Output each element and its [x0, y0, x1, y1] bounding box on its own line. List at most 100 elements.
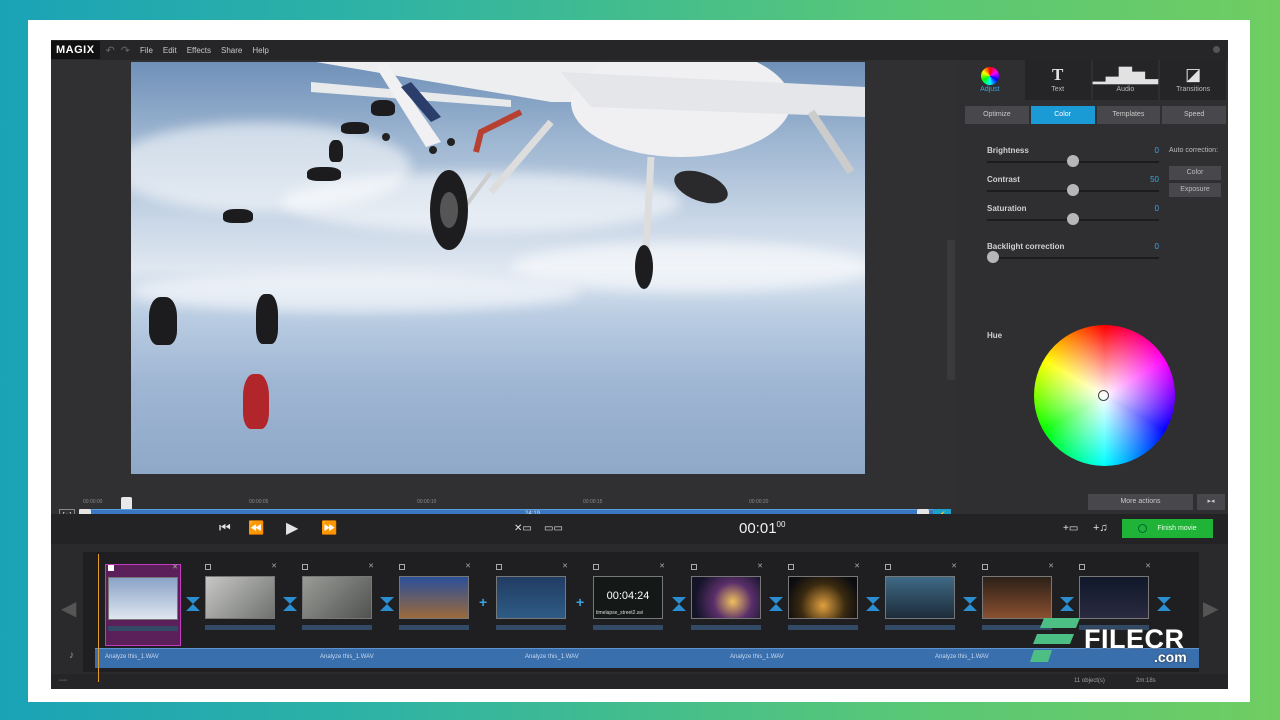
skydiver-figure [371, 100, 395, 116]
clip-checkbox[interactable] [982, 564, 988, 570]
menu-effects[interactable]: Effects [187, 46, 211, 55]
tab-text[interactable]: T Text [1024, 60, 1091, 100]
close-icon[interactable]: ✕ [854, 562, 860, 570]
close-icon[interactable]: ✕ [172, 563, 178, 571]
add-music-icon[interactable]: +♫ [1093, 522, 1108, 534]
main-menu: File Edit Effects Share Help [140, 46, 279, 55]
clip-bar [788, 625, 858, 630]
auto-color-button[interactable]: Color [1169, 166, 1221, 180]
play-icon[interactable]: ▶ [286, 518, 298, 538]
close-icon[interactable]: ✕ [465, 562, 471, 570]
color-wheel-icon [957, 64, 1023, 86]
hue-picker-knob[interactable] [1098, 390, 1109, 401]
finish-movie-button[interactable]: Finish movie [1122, 519, 1213, 538]
close-icon[interactable]: ✕ [1048, 562, 1054, 570]
video-preview[interactable] [131, 62, 865, 474]
clip-checkbox[interactable] [885, 564, 891, 570]
transition-icon[interactable] [866, 597, 880, 611]
storyboard-clip[interactable]: ✕ [203, 562, 279, 646]
panel-tabs: Adjust T Text ▁▃▇▅▂ Audio ◪ Transitions [957, 60, 1228, 100]
collapse-panel-icon[interactable]: ▸◂ [1197, 494, 1225, 510]
slider-label: Contrast [987, 175, 1020, 184]
storyboard-clip[interactable]: ✕ [883, 562, 959, 646]
ruler-tick-label: 00:00:10 [417, 499, 437, 505]
subtab-templates[interactable]: Templates [1096, 106, 1161, 124]
skydiver-figure [307, 167, 341, 181]
add-transition-icon[interactable]: + [479, 594, 487, 610]
rewind-icon[interactable]: ⏪ [248, 520, 264, 536]
effects-panel: Adjust T Text ▁▃▇▅▂ Audio ◪ Transitions … [957, 60, 1228, 514]
tab-label: Transitions [1176, 86, 1211, 93]
menu-edit[interactable]: Edit [163, 46, 177, 55]
add-transition-icon[interactable]: + [576, 594, 584, 610]
backlight-slider-knob[interactable] [987, 251, 999, 263]
transition-icon[interactable] [1157, 597, 1171, 611]
clip-checkbox[interactable] [399, 564, 405, 570]
split-scene-icon[interactable]: ▭▭ [544, 523, 563, 534]
slider-track[interactable] [987, 257, 1159, 259]
delete-scene-icon[interactable]: ✕▭ [514, 523, 532, 534]
clip-checkbox[interactable] [108, 565, 114, 571]
transition-icon[interactable] [769, 597, 783, 611]
storyboard-clip[interactable]: ✕ [300, 562, 376, 646]
ruler-tick-label: 00:00:00 [83, 499, 103, 505]
close-icon[interactable]: ✕ [368, 562, 374, 570]
more-actions-button[interactable]: More actions [1088, 494, 1193, 510]
timecode-frames: 00 [776, 520, 786, 529]
storyboard-clip[interactable]: ✕ [689, 562, 765, 646]
tab-audio[interactable]: ▁▃▇▅▂ Audio [1092, 60, 1159, 100]
scroll-left-icon[interactable]: ◀ [61, 596, 76, 621]
clip-bar [108, 626, 178, 631]
menu-share[interactable]: Share [221, 46, 242, 55]
clip-checkbox[interactable] [1079, 564, 1085, 570]
storyboard-clip[interactable]: ✕ [786, 562, 862, 646]
close-icon[interactable]: ✕ [1145, 562, 1151, 570]
panel-collapse-handle[interactable] [947, 240, 955, 380]
clip-checkbox[interactable] [302, 564, 308, 570]
subtab-optimize[interactable]: Optimize [965, 106, 1029, 124]
menu-help[interactable]: Help [252, 46, 268, 55]
auto-exposure-button[interactable]: Exposure [1169, 183, 1221, 197]
fast-forward-icon[interactable]: ⏩ [321, 520, 337, 536]
storyboard-clip[interactable]: ✕ [397, 562, 473, 646]
scroll-right-icon[interactable]: ▶ [1203, 596, 1218, 621]
storyboard-clip[interactable]: ✕ [494, 562, 570, 646]
close-icon[interactable]: ✕ [271, 562, 277, 570]
playhead-line [98, 554, 99, 682]
clip-checkbox[interactable] [788, 564, 794, 570]
undo-icon[interactable]: ↶ [106, 44, 115, 57]
close-icon[interactable]: ✕ [951, 562, 957, 570]
settings-icon[interactable] [1213, 46, 1220, 53]
menu-file[interactable]: File [140, 46, 153, 55]
tab-adjust[interactable]: Adjust [957, 60, 1023, 100]
subtab-speed[interactable]: Speed [1162, 106, 1226, 124]
close-icon[interactable]: ✕ [659, 562, 665, 570]
clip-checkbox[interactable] [205, 564, 211, 570]
transition-icon[interactable] [283, 597, 297, 611]
clip-checkbox[interactable] [691, 564, 697, 570]
transition-icon[interactable] [186, 597, 200, 611]
status-duration: 2m:18s [1136, 678, 1156, 684]
transition-icon[interactable] [380, 597, 394, 611]
saturation-slider-knob[interactable] [1067, 213, 1079, 225]
clip-checkbox[interactable] [496, 564, 502, 570]
transition-icon[interactable] [963, 597, 977, 611]
audio-clip-label: Analyze this_1.WAV [105, 654, 159, 660]
transition-icon[interactable] [1060, 597, 1074, 611]
add-media-icon[interactable]: +▭ [1063, 523, 1078, 534]
clip-checkbox[interactable] [593, 564, 599, 570]
brightness-slider-knob[interactable] [1067, 155, 1079, 167]
transition-icon[interactable] [672, 597, 686, 611]
subtab-color[interactable]: Color [1030, 106, 1095, 124]
storyboard-clip[interactable]: ✕ [105, 564, 181, 646]
tab-transitions[interactable]: ◪ Transitions [1160, 60, 1226, 100]
ruler-tick-label: 00:00:15 [583, 499, 603, 505]
skip-to-start-icon[interactable]: ⏮ [219, 520, 231, 536]
clip-thumbnail [885, 576, 955, 619]
close-icon[interactable]: ✕ [562, 562, 568, 570]
close-icon[interactable]: ✕ [757, 562, 763, 570]
contrast-slider-knob[interactable] [1067, 184, 1079, 196]
clip-thumbnail [302, 576, 372, 619]
storyboard-clip[interactable]: ✕ 00:04:24 timelapse_street2.avi [591, 562, 667, 646]
redo-icon[interactable]: ↷ [121, 44, 130, 57]
